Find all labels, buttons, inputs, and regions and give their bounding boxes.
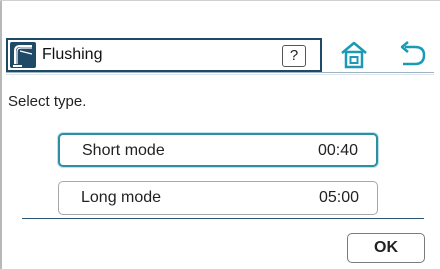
header-divider	[6, 72, 434, 73]
back-arrow-icon	[400, 41, 426, 66]
home-button[interactable]	[337, 38, 371, 72]
select-type-prompt: Select type.	[8, 93, 87, 110]
faucet-icon	[10, 42, 36, 68]
ok-button[interactable]: OK	[347, 233, 425, 263]
back-button[interactable]	[395, 38, 429, 72]
frame-border	[0, 0, 2, 269]
mode-time: 05:00	[318, 189, 359, 206]
header-divider-shadow	[6, 74, 434, 75]
footer-divider	[22, 218, 424, 219]
home-icon	[341, 41, 367, 69]
help-button[interactable]: ?	[282, 45, 306, 67]
mode-name: Short mode	[82, 142, 165, 159]
mode-time: 00:40	[317, 142, 358, 159]
page-title: Flushing	[42, 46, 103, 63]
mode-name: Long mode	[81, 189, 162, 206]
flushing-screen: Flushing ? Select type. Short mode 00:40…	[0, 0, 440, 269]
title-bar: Flushing ?	[6, 38, 322, 72]
short-mode-button[interactable]: Short mode 00:40	[58, 133, 378, 167]
long-mode-button[interactable]: Long mode 05:00	[58, 181, 378, 215]
frame-border-top	[0, 0, 440, 1]
